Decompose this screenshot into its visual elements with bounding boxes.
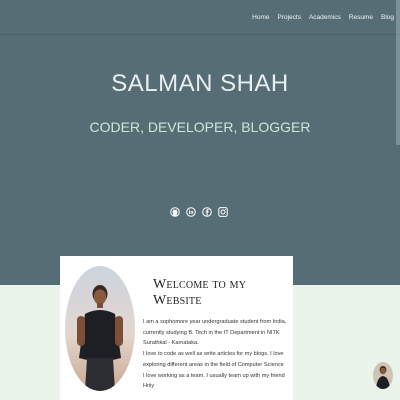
nav-home[interactable]: Home <box>252 14 269 21</box>
profile-photo <box>65 266 135 391</box>
facebook-icon[interactable] <box>202 206 212 218</box>
hero-name: SALMAN SHAH <box>111 70 289 97</box>
linkedin-icon[interactable] <box>186 206 196 218</box>
bio-line: I am a sophomore year undergraduate stud… <box>143 319 287 325</box>
top-nav: Home Projects Academics Resume Blog <box>252 14 394 21</box>
bio-line: exploring different areas in the field o… <box>143 361 284 368</box>
bio-line: currently studying B. Tech in the IT Dep… <box>143 329 280 336</box>
github-icon[interactable] <box>170 206 180 218</box>
welcome-heading: Welcome to my Website <box>153 277 247 308</box>
bio-line: Surathkal - Karnataka. <box>143 340 199 347</box>
hero-tagline: CODER, DEVELOPER, BLOGGER <box>89 119 311 135</box>
chat-avatar-button[interactable] <box>373 362 393 389</box>
instagram-icon[interactable] <box>218 206 228 218</box>
bio-text: I am a sophomore year undergraduate stud… <box>143 317 291 392</box>
nav-projects[interactable]: Projects <box>277 14 300 21</box>
scrollbar[interactable] <box>396 0 400 145</box>
bio-line: I love to code as well as write articles… <box>143 351 284 358</box>
social-links <box>170 206 228 218</box>
nav-academics[interactable]: Academics <box>309 14 341 21</box>
nav-blog[interactable]: Blog <box>381 14 394 21</box>
nav-resume[interactable]: Resume <box>349 14 373 21</box>
hero-section: Home Projects Academics Resume Blog SALM… <box>0 0 400 285</box>
nav-divider <box>0 34 400 35</box>
bio-line: I love working as a team. I usually team… <box>143 372 285 390</box>
welcome-card: Welcome to my Website I am a sophomore y… <box>60 256 293 400</box>
